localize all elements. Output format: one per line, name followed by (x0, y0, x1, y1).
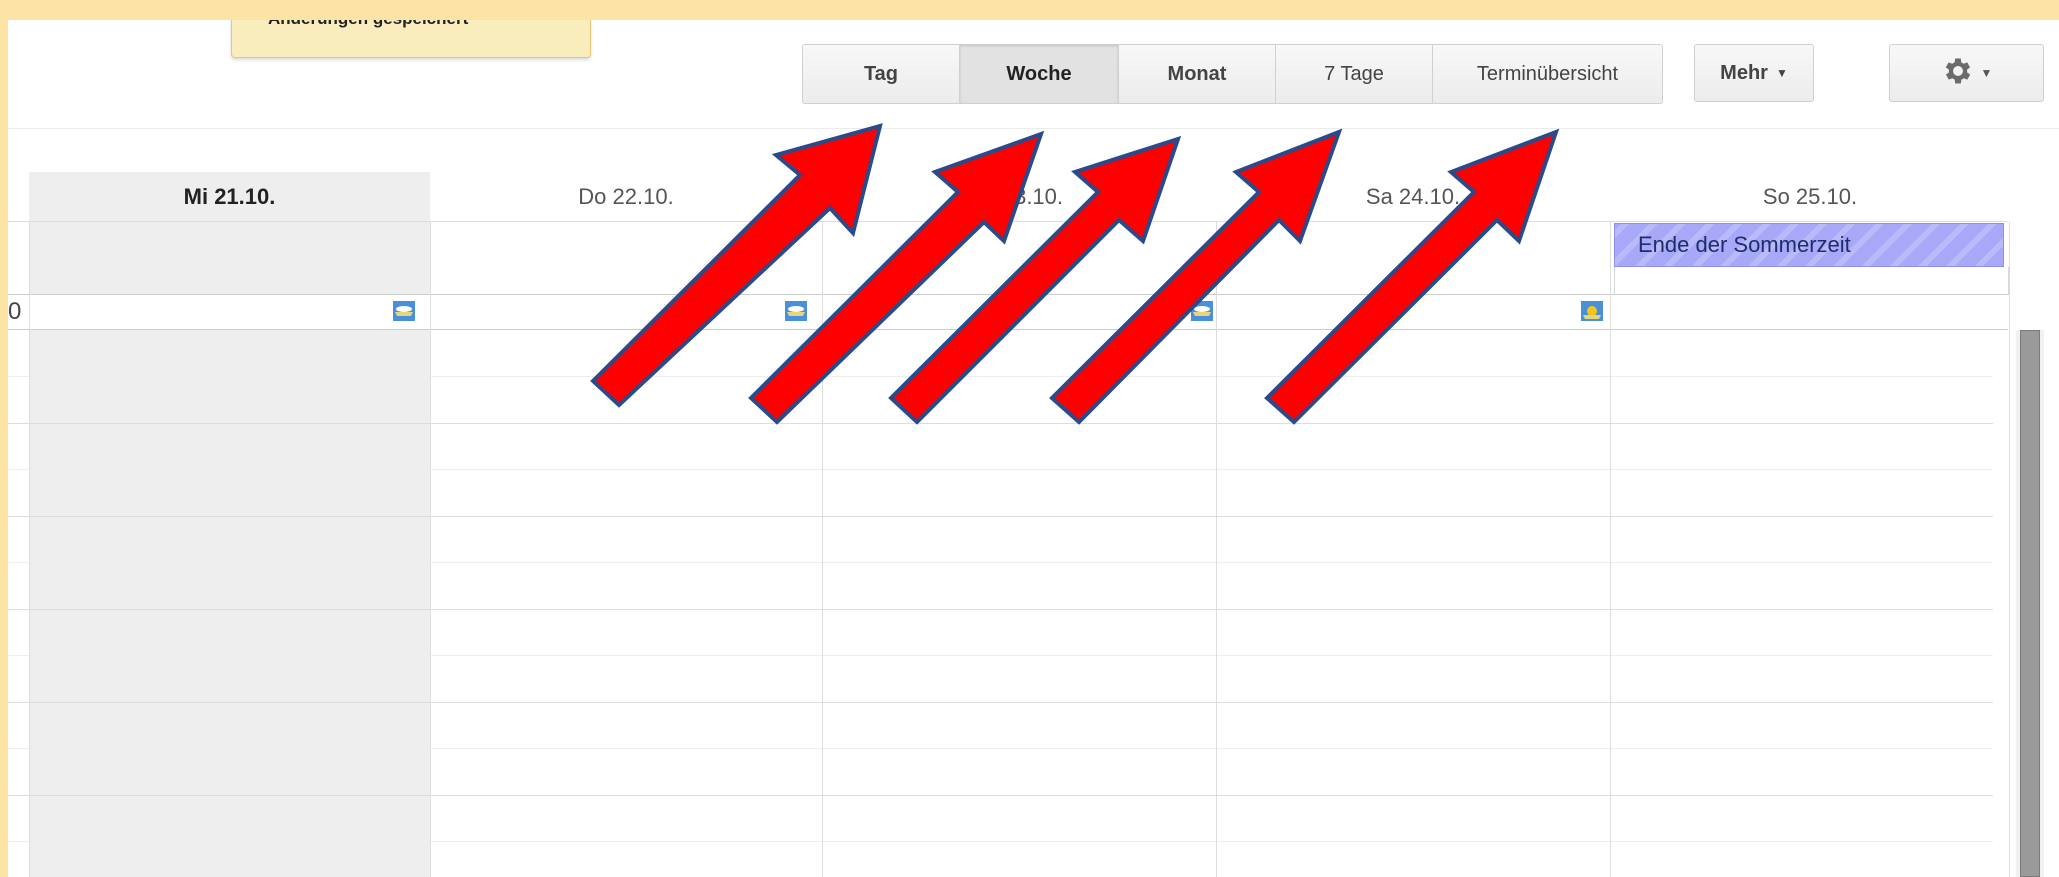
allday-row[interactable] (8, 294, 2008, 330)
day-header-fri[interactable]: Fr 23.10. (822, 172, 1216, 222)
weather-cloud-icon (1190, 300, 1214, 322)
more-button-label: Mehr (1720, 61, 1768, 84)
day-header-sat[interactable]: Sa 24.10. (1216, 172, 1610, 222)
view-7days-button[interactable]: 7 Tage (1276, 45, 1433, 103)
view-switcher: Tag Woche Monat 7 Tage Terminübersicht (802, 44, 1663, 104)
grid-row-line (8, 609, 1993, 610)
grid-row-line (8, 516, 1993, 517)
allday-event[interactable]: Ende der Sommerzeit (1614, 223, 2004, 267)
time-label: 0 (8, 298, 22, 325)
chevron-down-icon: ▼ (1980, 66, 1993, 80)
saved-notification-text: Änderungen gespeichert (268, 20, 468, 29)
view-day-button[interactable]: Tag (803, 45, 960, 103)
grid-row-line (8, 376, 1993, 377)
view-week-button[interactable]: Woche (960, 45, 1119, 103)
grid-row-line (8, 748, 1993, 749)
column-divider (2009, 222, 2010, 877)
view-agenda-button[interactable]: Terminübersicht (1433, 45, 1662, 103)
view-month-button[interactable]: Monat (1119, 45, 1276, 103)
weather-cloud-icon (392, 300, 416, 322)
more-button[interactable]: Mehr ▼ (1694, 44, 1814, 102)
grid-row-line (8, 562, 1993, 563)
weather-sun-icon (1580, 300, 1604, 322)
settings-button[interactable]: ▼ (1889, 44, 2044, 102)
chevron-down-icon: ▼ (1775, 66, 1788, 80)
weather-cloud-icon (784, 300, 808, 322)
grid-row-line (8, 655, 1993, 656)
day-header-wed[interactable]: Mi 21.10. (29, 172, 430, 222)
column-divider (822, 222, 823, 877)
gear-icon (1941, 54, 1975, 93)
allday-event-area (1614, 267, 2009, 295)
day-header-thu[interactable]: Do 22.10. (430, 172, 822, 222)
today-column (29, 172, 430, 877)
grid-row-line (8, 469, 1993, 470)
column-divider (29, 222, 30, 877)
grid-row-line (8, 702, 1993, 703)
column-divider (1610, 222, 1611, 877)
saved-notification: Änderungen gespeichert (231, 20, 591, 58)
header-divider (8, 221, 2008, 222)
grid-row-line (8, 841, 1993, 842)
toolbar-divider (8, 128, 2059, 129)
calendar-app: Änderungen gespeichert Tag Woche Monat 7… (8, 20, 2059, 877)
column-divider (1216, 222, 1217, 877)
scrollbar[interactable] (2020, 330, 2040, 877)
week-grid: Mi 21.10. Do 22.10. Fr 23.10. Sa 24.10. … (8, 130, 2059, 877)
grid-row-line (8, 423, 1993, 424)
column-divider (430, 222, 431, 877)
day-header-sun[interactable]: So 25.10. (1610, 172, 2010, 222)
grid-row-line (8, 795, 1993, 796)
